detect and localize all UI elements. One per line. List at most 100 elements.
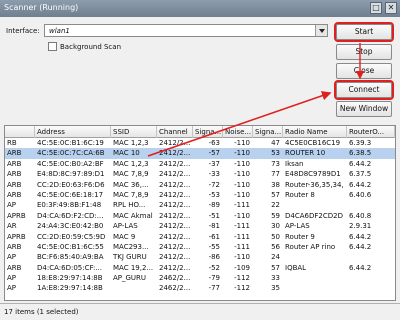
cell-noise-floor: -110	[234, 211, 250, 220]
cell-noise-floor: -112	[234, 284, 250, 293]
window-title: Scanner (Running)	[4, 3, 79, 12]
close-button[interactable]: Close	[336, 63, 392, 79]
cell-ssid: AP_GURU	[113, 274, 147, 283]
cell-signal-to-noise: 73	[271, 159, 280, 168]
table-row[interactable]: ARB D4:CA:6D:05:CF:... MAC 19,2... 2412/2..…	[5, 263, 395, 273]
cell-channel: 2412/2...	[159, 190, 191, 199]
table-row[interactable]: ARB E4:8D:8C:97:89:D1 MAC 7,8,9 2412/2... -3…	[5, 169, 395, 179]
cell-ssid: RPL HO...	[113, 201, 146, 210]
cell-noise-floor: -111	[234, 232, 250, 241]
cell-radio-name: Router 8	[285, 190, 315, 199]
interface-select[interactable]: wlan1	[44, 24, 328, 37]
cell-signal-strength: -57	[208, 149, 220, 158]
cell-signal-strength: -86	[208, 253, 220, 262]
table-row[interactable]: APRB D4:CA:6D:F2:CD:... MAC Akmal 2412/2...…	[5, 211, 395, 221]
cell-channel: 2412/2...	[159, 159, 191, 168]
cell-flags: AP	[7, 201, 17, 210]
cell-radio-name: E48D8C9789D1	[285, 170, 341, 179]
column-header-radio-name[interactable]: Radio Name	[283, 126, 347, 138]
table-body: RB 4C:5E:0C:B1:6C:19 MAC 1,2,3 2412/2... -63…	[5, 138, 395, 294]
cell-signal-to-noise: 57	[271, 190, 280, 199]
cell-noise-floor: -110	[234, 180, 250, 189]
table-row[interactable]: RB 4C:5E:0C:B1:6C:19 MAC 1,2,3 2412/2... -63…	[5, 138, 395, 148]
table-row[interactable]: ARB 4C:5E:0C:6E:18:17 MAC 7,8,9 2412/2... -5…	[5, 190, 395, 200]
table-row[interactable]: ARB 4C:5E:0C:B0:A2:BF MAC 1,2,3 2412/2... -3…	[5, 159, 395, 169]
cell-radio-name: Iksan	[285, 159, 304, 168]
cell-routeros-version: 6.38.5	[349, 149, 372, 158]
cell-ssid: MAC 9	[113, 232, 136, 241]
cell-address: 4C:5E:0C:B1:6C:55	[37, 242, 104, 251]
cell-channel: 2462/2...	[159, 274, 191, 283]
column-header-noise-floor[interactable]: Noise...	[223, 126, 253, 138]
cell-flags: ARB	[7, 149, 22, 158]
cell-address: 4C:5E:0C:B1:6C:19	[37, 139, 104, 147]
cell-routeros-version: 6.40.8	[349, 211, 372, 220]
cell-signal-strength: -63	[208, 139, 220, 147]
cell-noise-floor: -112	[234, 274, 250, 283]
chevron-down-icon[interactable]	[315, 25, 327, 36]
cell-address: E0:3F:49:8B:F1:48	[37, 201, 102, 210]
cell-flags: AP	[7, 274, 17, 283]
cell-routeros-version: 2.9.31	[349, 222, 372, 231]
table-row[interactable]: ARB CC:2D:E0:63:F6:D6 MAC 36,... 2412/2... -…	[5, 180, 395, 190]
cell-radio-name: Router 9	[285, 232, 315, 241]
cell-address: D4:CA:6D:05:CF:...	[37, 263, 102, 272]
new-window-button[interactable]: New Window	[336, 101, 392, 117]
cell-noise-floor: -111	[234, 201, 250, 210]
cell-channel: 2412/2...	[159, 170, 191, 179]
stop-button[interactable]: Stop	[336, 44, 392, 60]
window-titlebar: Scanner (Running) □ ✕	[0, 0, 400, 17]
column-header-address[interactable]: Address	[35, 126, 111, 138]
column-header-signal-strength[interactable]: Signa...	[193, 126, 223, 138]
cell-radio-name	[283, 200, 347, 210]
table-header: Address SSID Channel Signa... Noise... S…	[5, 126, 395, 138]
cell-signal-strength: -81	[208, 222, 220, 231]
column-header-ssid[interactable]: SSID	[111, 126, 157, 138]
cell-flags: ARB	[7, 190, 22, 199]
cell-routeros-version	[347, 283, 395, 293]
table-row[interactable]: AP 1A:E8:29:97:14:8B 2462/2... -77 -112 35	[5, 283, 395, 293]
cell-routeros-version	[347, 273, 395, 283]
table-row[interactable]: AP E0:3F:49:8B:F1:48 RPL HO... 2412/2... -89…	[5, 200, 395, 210]
restore-window-icon[interactable]: □	[370, 2, 382, 14]
column-header-channel[interactable]: Channel	[157, 126, 193, 138]
cell-address: 4C:5E:0C:7C:CA:6B	[37, 149, 105, 158]
table-row[interactable]: ARB 4C:5E:0C:7C:CA:6B MAC 10 2412/2... -57 -1…	[5, 148, 395, 159]
column-header-signal-to-noise[interactable]: Signa...	[253, 126, 283, 138]
start-button[interactable]: Start	[334, 22, 394, 42]
cell-signal-to-noise: 35	[271, 284, 280, 293]
cell-address: 4C:5E:0C:B0:A2:BF	[37, 159, 104, 168]
table-row[interactable]: ARB 4C:5E:0C:B1:6C:55 MAC293... 2412/2... -5…	[5, 242, 395, 252]
cell-flags: ARB	[7, 242, 22, 251]
column-header-flags[interactable]	[5, 126, 35, 138]
cell-channel: 2412/2...	[159, 201, 191, 210]
status-text: 17 items (1 selected)	[4, 308, 79, 316]
cell-radio-name: ROUTER 10	[285, 149, 326, 158]
background-scan-checkbox[interactable]	[48, 42, 57, 51]
cell-signal-to-noise: 53	[271, 149, 280, 158]
table-row[interactable]: AP 18:E8:29:97:14:8B AP_GURU 2462/2... -79 -1…	[5, 273, 395, 283]
cell-radio-name	[283, 283, 347, 293]
cell-ssid: MAC293...	[113, 242, 149, 251]
cell-signal-strength: -55	[208, 242, 220, 251]
cell-noise-floor: -110	[234, 190, 250, 199]
cell-signal-strength: -77	[208, 284, 220, 293]
cell-flags: ARB	[7, 180, 22, 189]
table-row[interactable]: AP BC:F6:85:40:A9:BA TKJ GURU 2412/2... -86 -…	[5, 252, 395, 262]
close-window-icon[interactable]: ✕	[385, 2, 397, 14]
table-row[interactable]: APRB CC:2D:E0:59:C5:9D MAC 9 2412/2... -61 -1…	[5, 232, 395, 242]
column-header-routeros-version[interactable]: RouterO...	[347, 126, 395, 138]
cell-radio-name: 4C5E0CB16C19	[285, 139, 341, 147]
cell-signal-strength: -33	[208, 170, 220, 179]
cell-signal-to-noise: 38	[271, 180, 280, 189]
cell-flags: AP	[7, 284, 17, 293]
cell-ssid	[111, 283, 157, 293]
table-row[interactable]: AR 24:A4:3C:E0:42:B0 AP-LAS 2412/2... -81 -11…	[5, 221, 395, 231]
cell-channel: 2412/2...	[159, 222, 191, 231]
cell-flags: APRB	[7, 232, 26, 241]
connect-button[interactable]: Connect	[334, 80, 394, 100]
scan-results-table[interactable]: Address SSID Channel Signa... Noise... S…	[4, 125, 396, 301]
cell-signal-strength: -37	[208, 159, 220, 168]
cell-channel: 2412/2...	[159, 263, 191, 272]
cell-radio-name: AP-LAS	[285, 222, 310, 231]
